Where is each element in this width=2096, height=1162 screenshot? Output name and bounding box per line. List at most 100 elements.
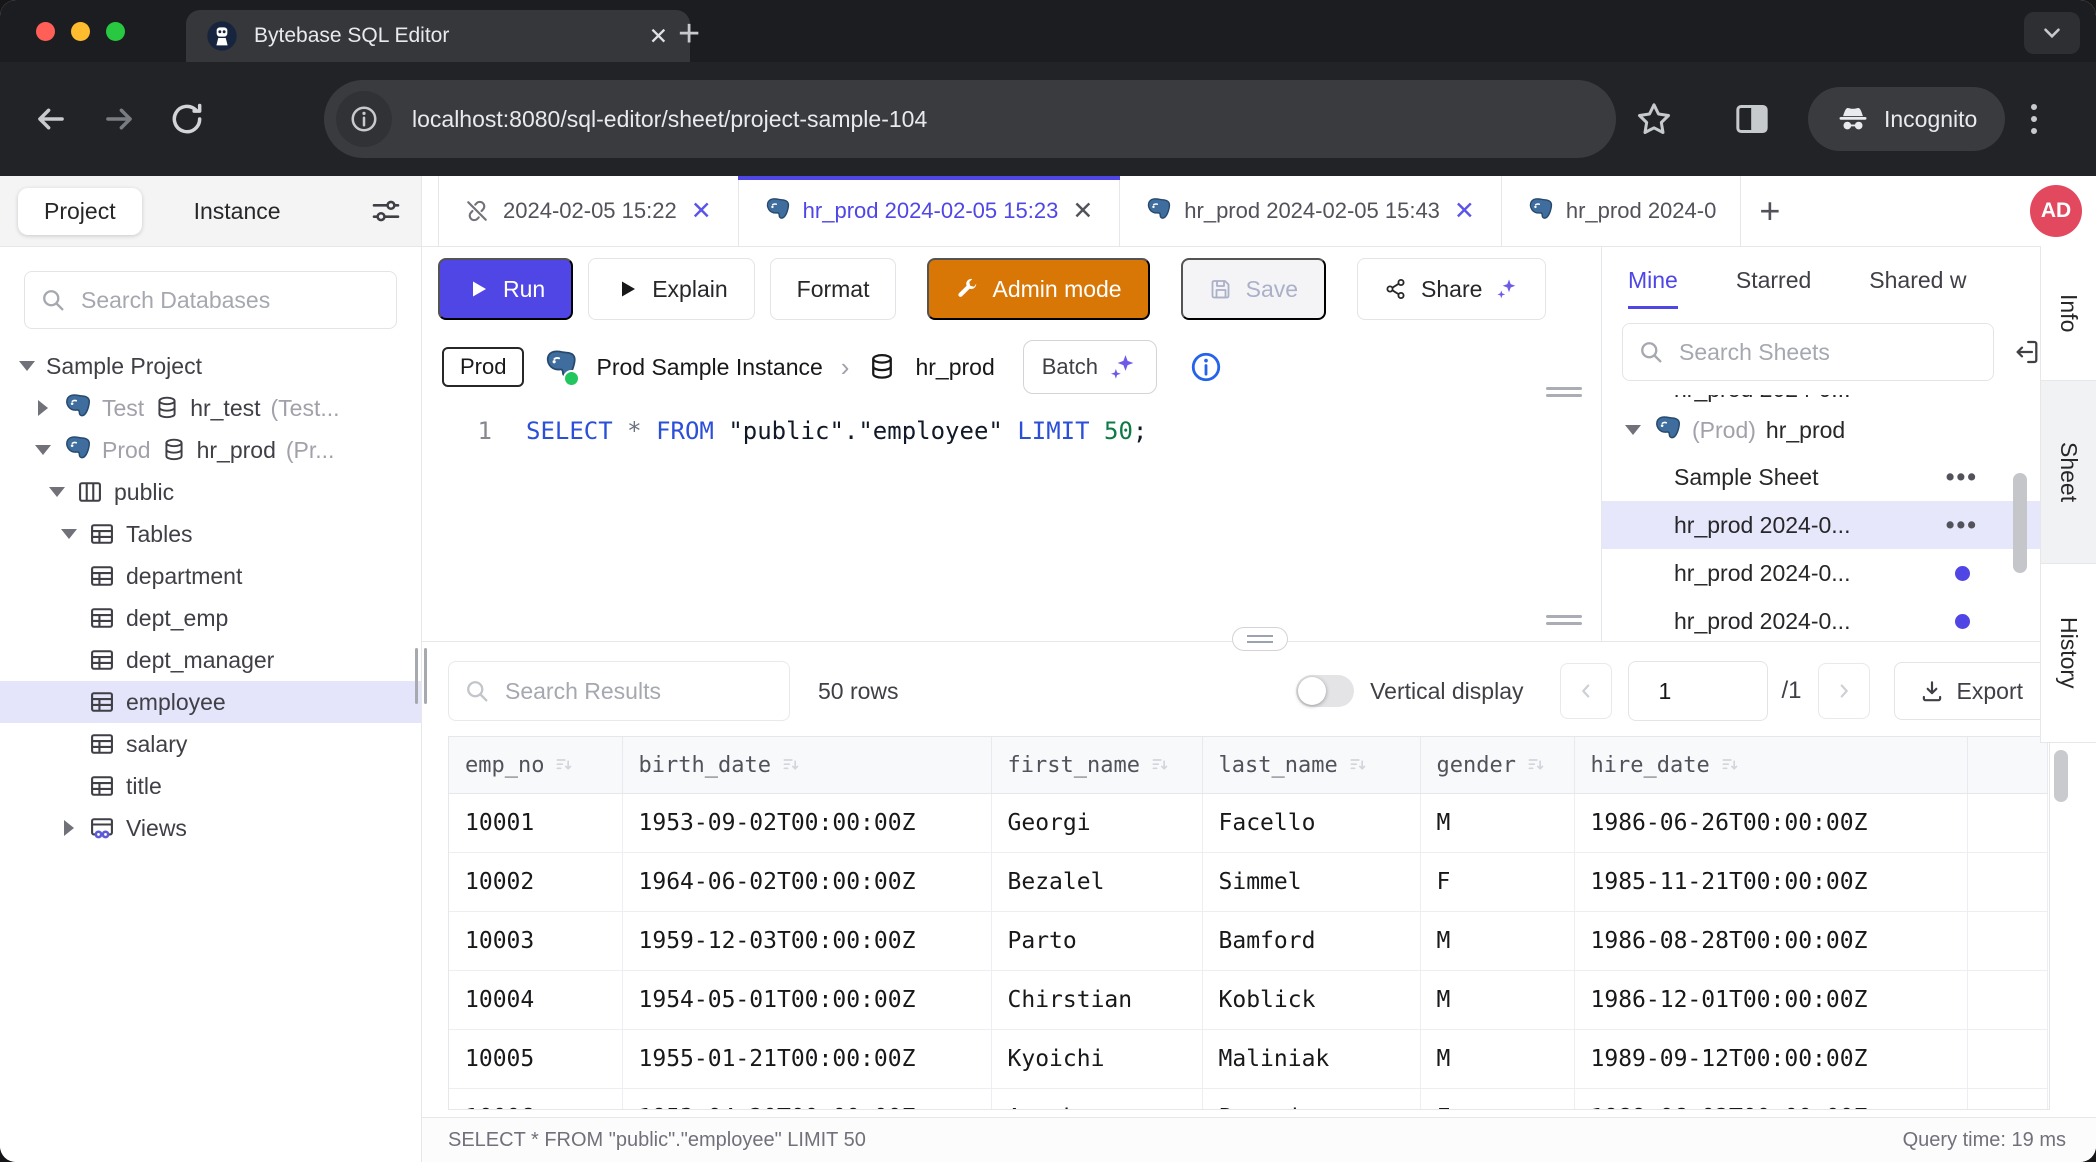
tree-item-public[interactable]: public [0,471,421,513]
table-cell[interactable]: M [1420,1030,1574,1089]
sheet-search-box[interactable] [1622,323,1994,381]
table-cell[interactable]: Chirstian [991,971,1202,1030]
sheet-item-clipped[interactable]: hr_prod 2024-0...••• [1602,395,2042,407]
side-panel-icon[interactable] [1732,99,1772,139]
table-cell[interactable]: Preusig [1202,1089,1420,1111]
column-header-first_name[interactable]: first_name [991,737,1202,794]
close-tab-icon[interactable]: ✕ [689,196,714,226]
table-cell[interactable]: 10003 [449,912,622,971]
table-cell[interactable]: M [1420,971,1574,1030]
next-page-button[interactable] [1818,663,1870,719]
table-cell[interactable]: 1985-11-21T00:00:00Z [1574,853,1967,912]
back-button[interactable] [32,100,70,138]
reload-button[interactable] [168,100,206,138]
forward-button[interactable] [100,100,138,138]
table-cell[interactable]: 1953-04-20T00:00:00Z [622,1089,991,1111]
worksheet-tab[interactable]: hr_prod 2024-02-05 15:43✕ [1120,176,1502,246]
table-cell[interactable]: 1989-09-12T00:00:00Z [1574,1030,1967,1089]
browser-menu-button[interactable] [2031,104,2037,134]
chevron-down-icon[interactable] [60,521,78,547]
previous-page-button[interactable] [1560,663,1612,719]
table-cell[interactable]: Georgi [991,794,1202,853]
share-button[interactable]: Share [1357,258,1546,320]
filter-sliders-icon[interactable] [369,194,403,228]
sheet-item-menu-icon[interactable]: ••• [1946,463,1978,492]
column-header-hire_date[interactable]: hire_date [1574,737,1967,794]
sheet-item[interactable]: Sample Sheet••• [1602,453,2042,501]
sheet-item[interactable]: hr_prod 2024-0... [1602,597,2042,641]
tree-item-title[interactable]: title [0,765,421,807]
sidebar-resize-handle[interactable] [415,648,427,704]
table-cell[interactable]: 10002 [449,853,622,912]
sql-code-area[interactable]: 1 SELECT * FROM "public"."employee" LIMI… [422,403,1601,641]
tree-item-sample-project[interactable]: Sample Project [0,345,421,387]
chevron-right-icon[interactable] [60,820,78,836]
tree-item-department[interactable]: department [0,555,421,597]
chevron-down-icon[interactable] [18,353,36,379]
save-button[interactable]: Save [1181,258,1326,320]
tab-search-button[interactable] [2024,12,2080,54]
table-cell[interactable]: Anneke [991,1089,1202,1111]
table-cell[interactable]: 1954-05-01T00:00:00Z [622,971,991,1030]
tab-instance[interactable]: Instance [168,188,307,235]
zoom-window-button[interactable] [106,22,125,41]
table-row[interactable]: 100021964-06-02T00:00:00ZBezalelSimmelF1… [449,853,2047,912]
tree-item-hr-test[interactable]: Testhr_test(Test... [0,387,421,429]
table-row[interactable]: 100061953-04-20T00:00:00ZAnnekePreusigF1… [449,1089,2047,1111]
table-row[interactable]: 100031959-12-03T00:00:00ZPartoBamfordM19… [449,912,2047,971]
table-cell[interactable]: F [1420,853,1574,912]
table-cell[interactable]: Simmel [1202,853,1420,912]
table-cell[interactable]: F [1420,1089,1574,1111]
rail-tab-history[interactable]: History [2041,564,2096,743]
editor-scrollbar-top[interactable] [1546,384,1582,400]
sheet-group[interactable]: (Prod)hr_prod [1602,407,2042,453]
page-number-input[interactable] [1657,677,1767,706]
run-button[interactable]: Run [438,258,573,320]
editor-scrollbar-bottom[interactable] [1546,612,1582,628]
tab-shared-with-me[interactable]: Shared w [1869,267,1966,309]
minimize-window-button[interactable] [71,22,90,41]
table-cell[interactable]: 10005 [449,1030,622,1089]
batch-button[interactable]: Batch [1023,340,1157,394]
database-name[interactable]: hr_prod [915,354,994,381]
table-cell[interactable]: Bamford [1202,912,1420,971]
column-header-birth_date[interactable]: birth_date [622,737,991,794]
url-bar[interactable]: localhost:8080/sql-editor/sheet/project-… [324,80,1616,158]
table-cell[interactable]: Bezalel [991,853,1202,912]
rail-tab-sheet[interactable]: Sheet [2041,381,2096,564]
sort-icon[interactable] [1348,755,1368,775]
table-row[interactable]: 100051955-01-21T00:00:00ZKyoichiMaliniak… [449,1030,2047,1089]
table-cell[interactable]: 1986-06-26T00:00:00Z [1574,794,1967,853]
close-window-button[interactable] [36,22,55,41]
table-cell[interactable]: 10006 [449,1089,622,1111]
chevron-right-icon[interactable] [34,400,52,416]
collapse-panel-icon[interactable] [2012,336,2042,368]
tree-item-employee[interactable]: employee [0,681,421,723]
table-cell[interactable]: 10004 [449,971,622,1030]
tree-item-hr-prod[interactable]: Prodhr_prod(Pr... [0,429,421,471]
table-cell[interactable]: Koblick [1202,971,1420,1030]
table-cell[interactable]: Facello [1202,794,1420,853]
tab-mine[interactable]: Mine [1628,267,1678,309]
rail-tab-info[interactable]: Info [2041,246,2096,381]
close-tab-icon[interactable]: ✕ [1070,196,1095,226]
sort-icon[interactable] [781,755,801,775]
table-cell[interactable]: 1989-06-02T00:00:00Z [1574,1089,1967,1111]
worksheet-tab[interactable]: hr_prod 2024-02-05 15:23✕ [739,176,1121,246]
tree-item-dept-emp[interactable]: dept_emp [0,597,421,639]
table-cell[interactable]: 10001 [449,794,622,853]
vertical-display-toggle[interactable] [1296,675,1354,707]
avatar[interactable]: AD [2030,185,2082,237]
sheet-search-input[interactable] [1677,338,1979,367]
explain-button[interactable]: Explain [588,258,754,320]
database-search-box[interactable] [24,271,397,329]
table-cell[interactable]: 1959-12-03T00:00:00Z [622,912,991,971]
split-drag-handle[interactable] [1232,627,1288,651]
info-circle-icon[interactable] [1189,350,1223,384]
close-tab-icon[interactable]: ✕ [1452,196,1477,226]
new-worksheet-button[interactable]: + [1741,176,1798,246]
table-cell[interactable]: Kyoichi [991,1030,1202,1089]
table-cell[interactable]: 1986-12-01T00:00:00Z [1574,971,1967,1030]
chevron-down-icon[interactable] [48,479,66,505]
tree-item-dept-manager[interactable]: dept_manager [0,639,421,681]
